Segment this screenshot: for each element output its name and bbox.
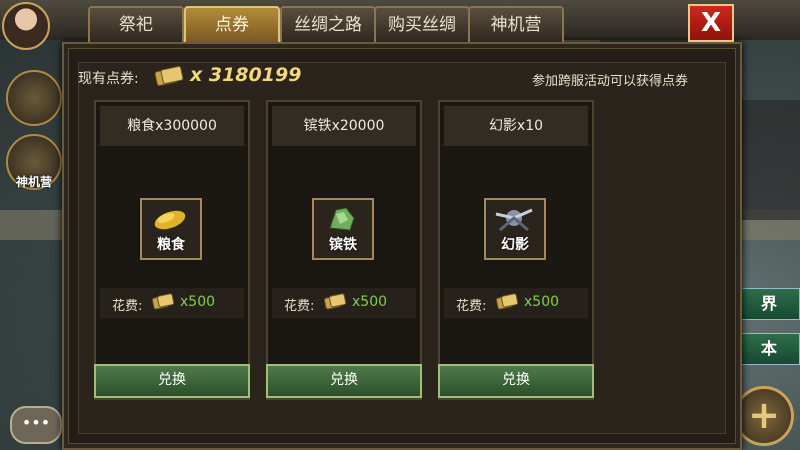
coupon-icon — [154, 65, 184, 87]
grain-icon — [154, 210, 186, 230]
item-name: 粮食 — [157, 237, 185, 253]
coupon-icon — [152, 293, 175, 310]
tab-shenjiying[interactable]: 神机营 — [468, 6, 564, 42]
exchange-button[interactable]: 兑换 — [266, 364, 422, 398]
cost-label: 花费: — [112, 299, 143, 314]
exchange-button[interactable]: 兑换 — [94, 364, 250, 398]
phantom-item[interactable]: 幻影 — [484, 198, 546, 260]
coupon-label: 现有点券: — [78, 71, 139, 87]
coupon-icon — [324, 293, 347, 310]
grain-item[interactable]: 粮食 — [140, 198, 202, 260]
iron-item[interactable]: 镔铁 — [312, 198, 374, 260]
coupon-icon — [496, 293, 519, 310]
player-avatar[interactable] — [2, 2, 50, 50]
item-name: 镔铁 — [329, 237, 357, 253]
cost-value: x500 — [180, 294, 216, 310]
exchange-card-grain: 粮食x300000 粮食 花费: x500 兑换 — [94, 100, 250, 400]
world-tab[interactable]: 界 — [738, 288, 800, 320]
cost-value: x500 — [352, 294, 388, 310]
cost-row: 花费: x500 — [444, 288, 588, 318]
cost-label: 花费: — [456, 299, 487, 314]
item-name: 幻影 — [501, 237, 529, 253]
tab-silk-road[interactable]: 丝绸之路 — [280, 6, 376, 42]
tab-sacrifice[interactable]: 祭祀 — [88, 6, 184, 42]
exchange-card-iron: 镔铁x20000 镔铁 花费: x500 兑换 — [266, 100, 422, 400]
general-button[interactable] — [6, 70, 62, 126]
coupon-hint: 参加跨服活动可以获得点券 — [532, 74, 689, 89]
phantom-icon — [495, 208, 533, 232]
expand-plus-button[interactable]: + — [734, 386, 794, 446]
close-button[interactable]: X — [688, 4, 734, 42]
shenjiying-label: 神机营 — [15, 175, 52, 189]
card-title: 镔铁x20000 — [272, 106, 416, 146]
cost-label: 花费: — [284, 299, 315, 314]
card-title: 粮食x300000 — [100, 106, 244, 146]
cost-row: 花费: x500 — [100, 288, 244, 318]
tab-coupons[interactable]: 点券 — [184, 6, 280, 42]
card-title: 幻影x10 — [444, 106, 588, 146]
region-tab[interactable]: 本 — [738, 333, 800, 365]
chat-button[interactable]: ••• — [10, 406, 62, 444]
cost-value: x500 — [524, 294, 560, 310]
exchange-card-phantom: 幻影x10 幻影 花费: x500 兑换 — [438, 100, 594, 400]
cost-row: 花费: x500 — [272, 288, 416, 318]
iron-ore-icon — [329, 207, 355, 231]
exchange-button[interactable]: 兑换 — [438, 364, 594, 398]
shenjiying-button[interactable]: 神机营 — [6, 134, 62, 190]
tab-buy-silk[interactable]: 购买丝绸 — [374, 6, 470, 42]
coupon-value: x 3180199 — [190, 64, 302, 86]
